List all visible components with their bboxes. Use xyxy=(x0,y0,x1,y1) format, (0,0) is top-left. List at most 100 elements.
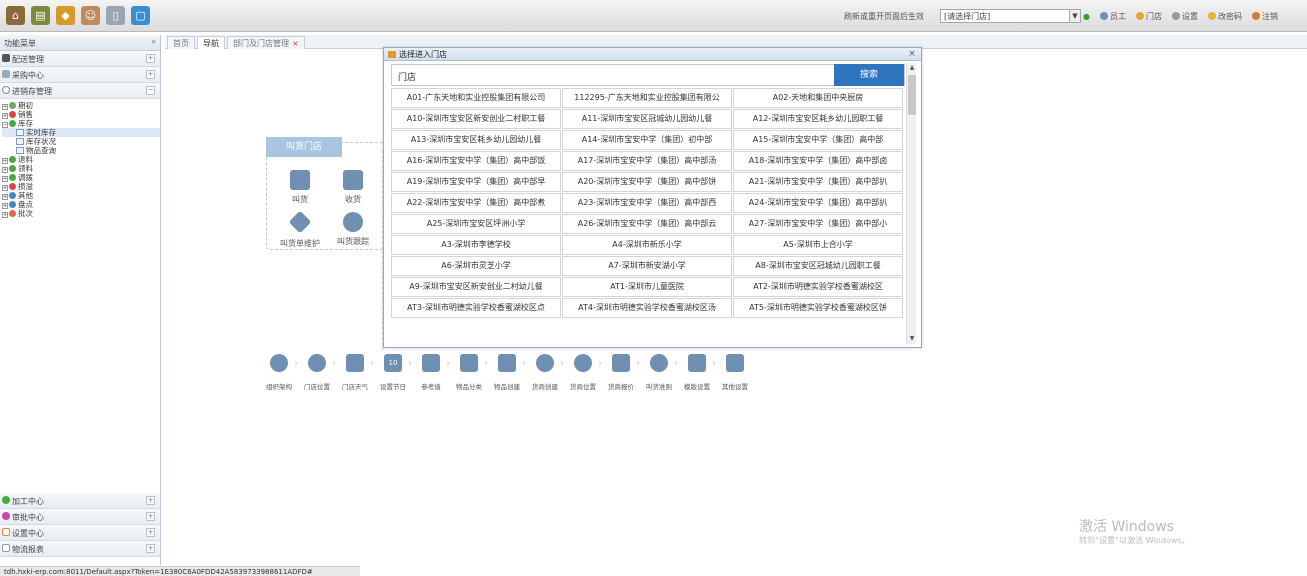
store-option[interactable]: A02-天地和集团中央厨房 xyxy=(733,88,903,108)
tree-item-return[interactable]: + 退料 xyxy=(2,155,160,164)
workflow-order-track[interactable]: 叫货跟踪 xyxy=(329,212,377,247)
tree-item-requisition[interactable]: + 领料 xyxy=(2,164,160,173)
chevron-down-icon[interactable]: ▼ xyxy=(1069,9,1081,23)
tree-item-other[interactable]: + 其他 xyxy=(2,191,160,200)
store-option[interactable]: A20-深圳市宝安中学（集团）高中部饼 xyxy=(562,172,732,192)
store-option[interactable]: A18-深圳市宝安中学（集团）高中部卤 xyxy=(733,151,903,171)
top-link-settings[interactable]: 设置 xyxy=(1171,11,1198,22)
expand-icon[interactable]: + xyxy=(146,528,155,537)
store-option[interactable]: A11-深圳市宝安区冠城幼儿园幼儿餐 xyxy=(562,109,732,129)
menu-section-processing[interactable]: 加工中心 + xyxy=(0,493,160,509)
top-link-password[interactable]: 改密码 xyxy=(1207,11,1242,22)
store-option[interactable]: A16-深圳市宝安中学（集团）高中部饭 xyxy=(391,151,561,171)
store-option[interactable]: AT3-深圳市明德实验学校香蜜湖校区点 xyxy=(391,298,561,318)
tree-item-loss[interactable]: + 损溢 xyxy=(2,182,160,191)
store-option[interactable]: A15-深圳市宝安中学（集团）高中部 xyxy=(733,130,903,150)
store-option[interactable]: A13-深圳市宝安区耗乡幼儿园幼儿餐 xyxy=(391,130,561,150)
expand-icon[interactable]: + xyxy=(146,70,155,79)
store-option[interactable]: A23-深圳市宝安中学（集团）高中部西 xyxy=(562,193,732,213)
tree-item-transfer[interactable]: + 调拨 xyxy=(2,173,160,182)
store-option[interactable]: A25-深圳市宝安区坪洲小学 xyxy=(391,214,561,234)
tree-item-stock-status[interactable]: 库存状况 xyxy=(2,137,160,146)
step-other-settings[interactable]: 其他设置 xyxy=(718,354,752,391)
workflow-order-maintain[interactable]: 叫货单维护 xyxy=(276,210,324,249)
store-option[interactable]: 112295-广东天地和实业控股集团有限公 xyxy=(562,88,732,108)
step-goods-create[interactable]: 物品创建 xyxy=(490,354,524,391)
step-holiday[interactable]: 10 设置节日 xyxy=(376,354,410,391)
store-option[interactable]: AT1-深圳市儿童医院 xyxy=(562,277,732,297)
store-select[interactable]: [请选择门店] ▼ xyxy=(940,9,1081,23)
store-option[interactable]: A24-深圳市宝安中学（集团）高中部扒 xyxy=(733,193,903,213)
store-option[interactable]: A8-深圳市宝安区冠城幼儿园职工餐 xyxy=(733,256,903,276)
step-supplier-location[interactable]: 货商位置 xyxy=(566,354,600,391)
store-option[interactable]: A6-深圳市灵芝小学 xyxy=(391,256,561,276)
workflow-receive[interactable]: 收货 xyxy=(329,170,377,205)
menu-section-approval[interactable]: 审批中心 + xyxy=(0,509,160,525)
expand-icon[interactable]: + xyxy=(146,512,155,521)
menu-section-settings[interactable]: 设置中心 + xyxy=(0,525,160,541)
store-option[interactable]: A7-深圳市新安湖小学 xyxy=(562,256,732,276)
user-icon[interactable]: ☺ xyxy=(81,6,100,25)
home-icon[interactable]: ⌂ xyxy=(6,6,25,25)
scroll-down-icon[interactable]: ▼ xyxy=(907,334,917,344)
store-option[interactable]: A9-深圳市宝安区新安创业二村幼儿餐 xyxy=(391,277,561,297)
scrollbar[interactable]: ▲ ▼ xyxy=(906,63,916,344)
goods-icon[interactable]: ◆ xyxy=(56,6,75,25)
tree-item-batch[interactable]: + 批次 xyxy=(2,209,160,218)
close-icon[interactable]: × xyxy=(292,39,299,48)
store-option[interactable]: A19-深圳市宝安中学（集团）高中部早 xyxy=(391,172,561,192)
store-option[interactable]: A12-深圳市宝安区耗乡幼儿园职工餐 xyxy=(733,109,903,129)
tab-department-store[interactable]: 部门及门店管理 × xyxy=(227,36,305,49)
search-button[interactable]: 搜索 xyxy=(834,64,904,86)
step-order-rule[interactable]: 叫货准则 xyxy=(642,354,676,391)
tree-item-stocktake[interactable]: + 盘点 xyxy=(2,200,160,209)
store-option[interactable]: A3-深圳市李德学校 xyxy=(391,235,561,255)
expand-icon[interactable]: + xyxy=(146,496,155,505)
workflow-order[interactable]: 叫货 xyxy=(276,170,324,205)
tree-item-realtime-stock[interactable]: 实时库存 xyxy=(2,128,160,137)
menu-section-inventory[interactable]: 进销存管理 − xyxy=(0,83,160,99)
step-reference[interactable]: 参考值 xyxy=(414,354,448,391)
store-option[interactable]: A21-深圳市宝安中学（集团）高中部扒 xyxy=(733,172,903,192)
collapse-section-icon[interactable]: − xyxy=(146,86,155,95)
cart-icon[interactable]: ▤ xyxy=(31,6,50,25)
menu-section-delivery[interactable]: 配送管理 + xyxy=(0,51,160,67)
store-option[interactable]: A10-深圳市宝安区新安创业二村职工餐 xyxy=(391,109,561,129)
top-link-logout[interactable]: 注销 xyxy=(1251,11,1278,22)
tree-item-stock[interactable]: − 库存 xyxy=(2,119,160,128)
scroll-up-icon[interactable]: ▲ xyxy=(907,63,917,73)
expand-icon[interactable]: + xyxy=(146,54,155,63)
document-icon[interactable]: ▯ xyxy=(106,6,125,25)
step-store-location[interactable]: 门店位置 xyxy=(300,354,334,391)
top-link-staff[interactable]: 员工 xyxy=(1099,11,1126,22)
collapse-icon[interactable]: « xyxy=(151,37,156,46)
store-option[interactable]: A27-深圳市宝安中学（集团）高中部小 xyxy=(733,214,903,234)
step-org[interactable]: 组织架构 xyxy=(262,354,296,391)
step-supplier-create[interactable]: 货商创建 xyxy=(528,354,562,391)
window-icon[interactable]: ▢ xyxy=(131,6,150,25)
store-option[interactable]: A01-广东天地和实业控股集团有限公司 xyxy=(391,88,561,108)
scroll-thumb[interactable] xyxy=(908,75,916,115)
step-store-weather[interactable]: 门店天气 xyxy=(338,354,372,391)
tree-item-opening[interactable]: + 期初 xyxy=(2,101,160,110)
store-option[interactable]: AT4-深圳市明德实验学校香蜜湖校区汤 xyxy=(562,298,732,318)
menu-section-logistics[interactable]: 物流报表 + xyxy=(0,541,160,557)
step-template[interactable]: 模版设置 xyxy=(680,354,714,391)
step-supplier-quote[interactable]: 货商报价 xyxy=(604,354,638,391)
top-link-store[interactable]: 门店 xyxy=(1135,11,1162,22)
store-option[interactable]: AT2-深圳市明德实验学校香蜜湖校区 xyxy=(733,277,903,297)
step-category[interactable]: 物品分类 xyxy=(452,354,486,391)
tab-navigation[interactable]: 导航 xyxy=(197,36,225,49)
store-option[interactable]: A4-深圳市新乐小学 xyxy=(562,235,732,255)
store-option[interactable]: A22-深圳市宝安中学（集团）高中部煮 xyxy=(391,193,561,213)
store-option[interactable]: A5-深圳市上合小学 xyxy=(733,235,903,255)
store-option[interactable]: A17-深圳市宝安中学（集团）高中部汤 xyxy=(562,151,732,171)
menu-section-purchase[interactable]: 采购中心 + xyxy=(0,67,160,83)
tree-item-goods-query[interactable]: 物品查询 xyxy=(2,146,160,155)
close-icon[interactable]: × xyxy=(907,49,917,59)
tab-home[interactable]: 首页 xyxy=(167,36,195,49)
tree-item-sales[interactable]: + 销售 xyxy=(2,110,160,119)
expand-icon[interactable]: + xyxy=(146,544,155,553)
store-option[interactable]: A26-深圳市宝安中学（集团）高中部云 xyxy=(562,214,732,234)
refresh-icon[interactable]: ● xyxy=(1083,12,1090,21)
